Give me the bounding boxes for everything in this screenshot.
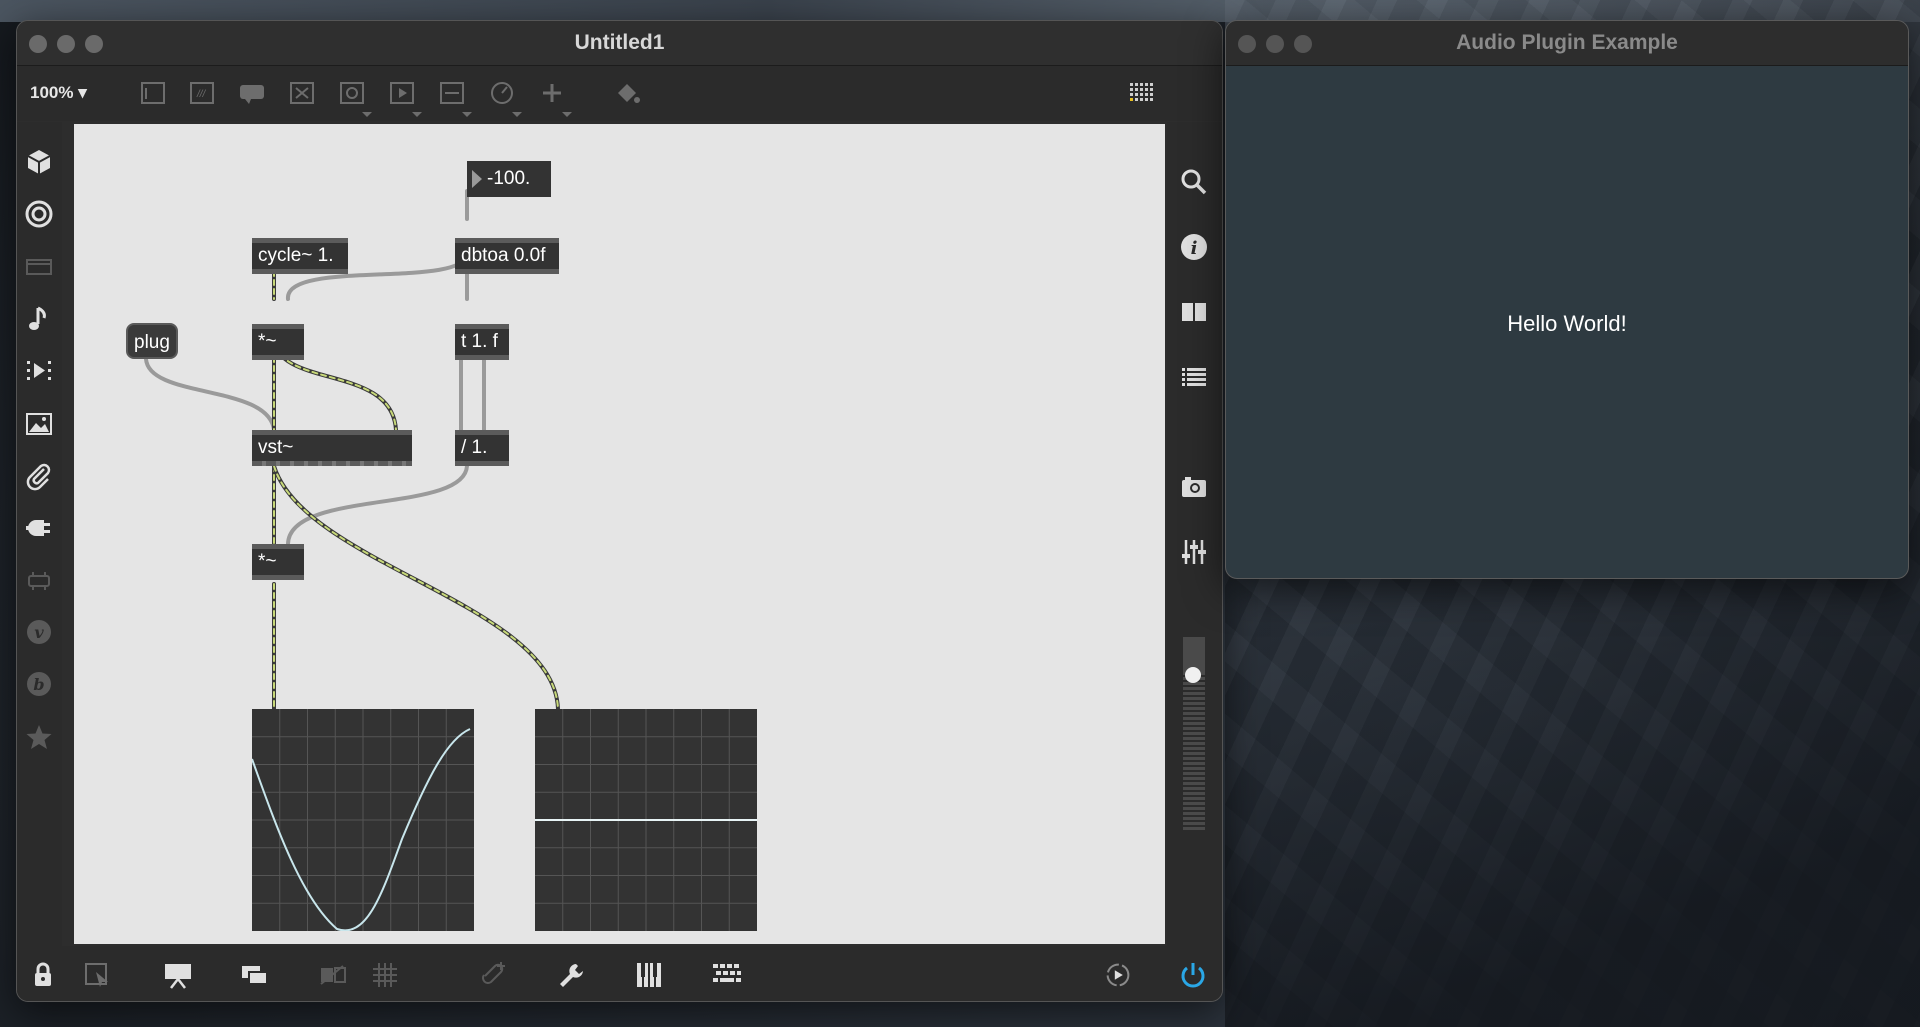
presentation-mode-icon[interactable] [162,960,194,990]
plugin-window: Audio Plugin Example Hello World! [1225,20,1909,579]
right-sidebar: i [1167,122,1222,952]
cycle-object[interactable]: cycle~ 1. [252,238,348,274]
lock-icon[interactable] [27,960,59,990]
target-icon[interactable] [24,199,54,229]
add-icon[interactable] [537,79,567,107]
toolbar: 100% ▾ /// [17,66,1222,121]
camera-icon[interactable] [1179,472,1209,502]
oscilloscope-2[interactable] [535,709,757,931]
selection-icon[interactable] [82,960,114,990]
list-icon[interactable] [1179,362,1209,392]
b-icon[interactable]: b [24,669,54,699]
plug-message-label: plug [134,332,170,353]
oscilloscope-1[interactable] [251,709,474,932]
vst-object[interactable]: vst~ [252,430,412,466]
package-icon[interactable] [24,147,54,177]
hide-icon[interactable] [317,960,349,990]
paint-bucket-icon[interactable] [612,79,642,107]
left-sidebar: v b [17,122,62,952]
oscilloscope-1-display [251,709,474,932]
trigger-object-label: t 1. f [461,331,498,352]
zoom-value: 100% [30,83,74,102]
number-box[interactable]: -100. [467,161,551,197]
multiply-object-1[interactable]: *~ [252,324,304,360]
multiply-object-1-label: *~ [258,331,277,352]
dbtoa-object-label: dbtoa 0.0f [461,245,546,266]
keyboard-icon[interactable] [711,960,743,990]
power-icon[interactable] [1177,960,1209,990]
info-icon[interactable]: i [1179,232,1209,262]
plugin-window-title: Audio Plugin Example [1456,31,1678,54]
svg-text:///: /// [196,89,207,100]
plug-message[interactable]: plug [126,323,178,359]
zoom-select[interactable]: 100% ▾ [30,83,87,103]
multiply-object-2[interactable]: *~ [252,544,304,580]
svg-text:v: v [34,623,44,642]
divide-object[interactable]: / 1. [455,430,509,466]
patcher-canvas[interactable]: -100. cycle~ 1. dbtoa 0.0f plug *~ t 1. … [74,124,1165,944]
max-patcher-window: Untitled1 100% ▾ /// v b i -100. cycle~ … [16,20,1223,1002]
star-icon[interactable] [24,722,54,752]
split-view-icon[interactable] [1179,297,1209,327]
comment-icon[interactable]: /// [187,79,217,107]
music-note-icon[interactable] [24,304,54,334]
chevron-down-icon [562,112,572,117]
paperclip-icon[interactable] [24,461,54,491]
v-icon[interactable]: v [24,617,54,647]
cycle-object-label: cycle~ 1. [258,245,334,266]
piano-icon[interactable] [633,960,665,990]
divide-object-label: / 1. [461,437,488,458]
play-icon[interactable] [387,79,417,107]
dbtoa-object[interactable]: dbtoa 0.0f [455,238,559,274]
message-icon[interactable] [237,79,267,107]
grid-toggle-icon[interactable] [369,960,401,990]
dial-icon[interactable] [487,79,517,107]
transport-icon[interactable] [1102,960,1142,990]
trigger-object[interactable]: t 1. f [455,324,509,360]
wrench-icon[interactable] [555,960,587,990]
button-icon[interactable] [337,79,367,107]
volume-slider[interactable] [1183,637,1205,832]
svg-text:i: i [1191,238,1198,259]
chevron-down-icon [412,112,422,117]
windows-icon[interactable] [239,960,271,990]
connector-icon[interactable] [24,566,54,596]
hello-text: Hello World! [1507,311,1627,336]
toggle-icon[interactable] [287,79,317,107]
title-bar[interactable]: Untitled1 [17,21,1222,66]
bottom-toolbar [17,946,1222,1001]
chevron-down-icon [512,112,522,117]
plug-icon[interactable] [24,513,54,543]
number-box-value: -100. [487,168,531,189]
oscilloscope-2-display [535,709,757,931]
multiply-object-2-label: *~ [258,551,277,572]
svg-text:b: b [33,675,44,694]
presentation-icon[interactable] [138,79,168,107]
add-object-icon[interactable] [477,960,509,990]
number-box-triangle [472,170,482,188]
vst-object-label: vst~ [258,437,294,458]
window-title: Untitled1 [574,31,665,54]
mixer-icon[interactable] [1179,537,1209,567]
chevron-down-icon [462,112,472,117]
search-icon[interactable] [1179,167,1209,197]
image-icon[interactable] [24,409,54,439]
plugin-title-bar[interactable]: Audio Plugin Example [1226,21,1908,66]
grid-icon[interactable] [1127,79,1157,107]
slider-icon[interactable] [437,79,467,107]
film-icon[interactable] [24,252,54,282]
chevron-down-icon [362,112,372,117]
media-icon[interactable] [24,356,54,386]
